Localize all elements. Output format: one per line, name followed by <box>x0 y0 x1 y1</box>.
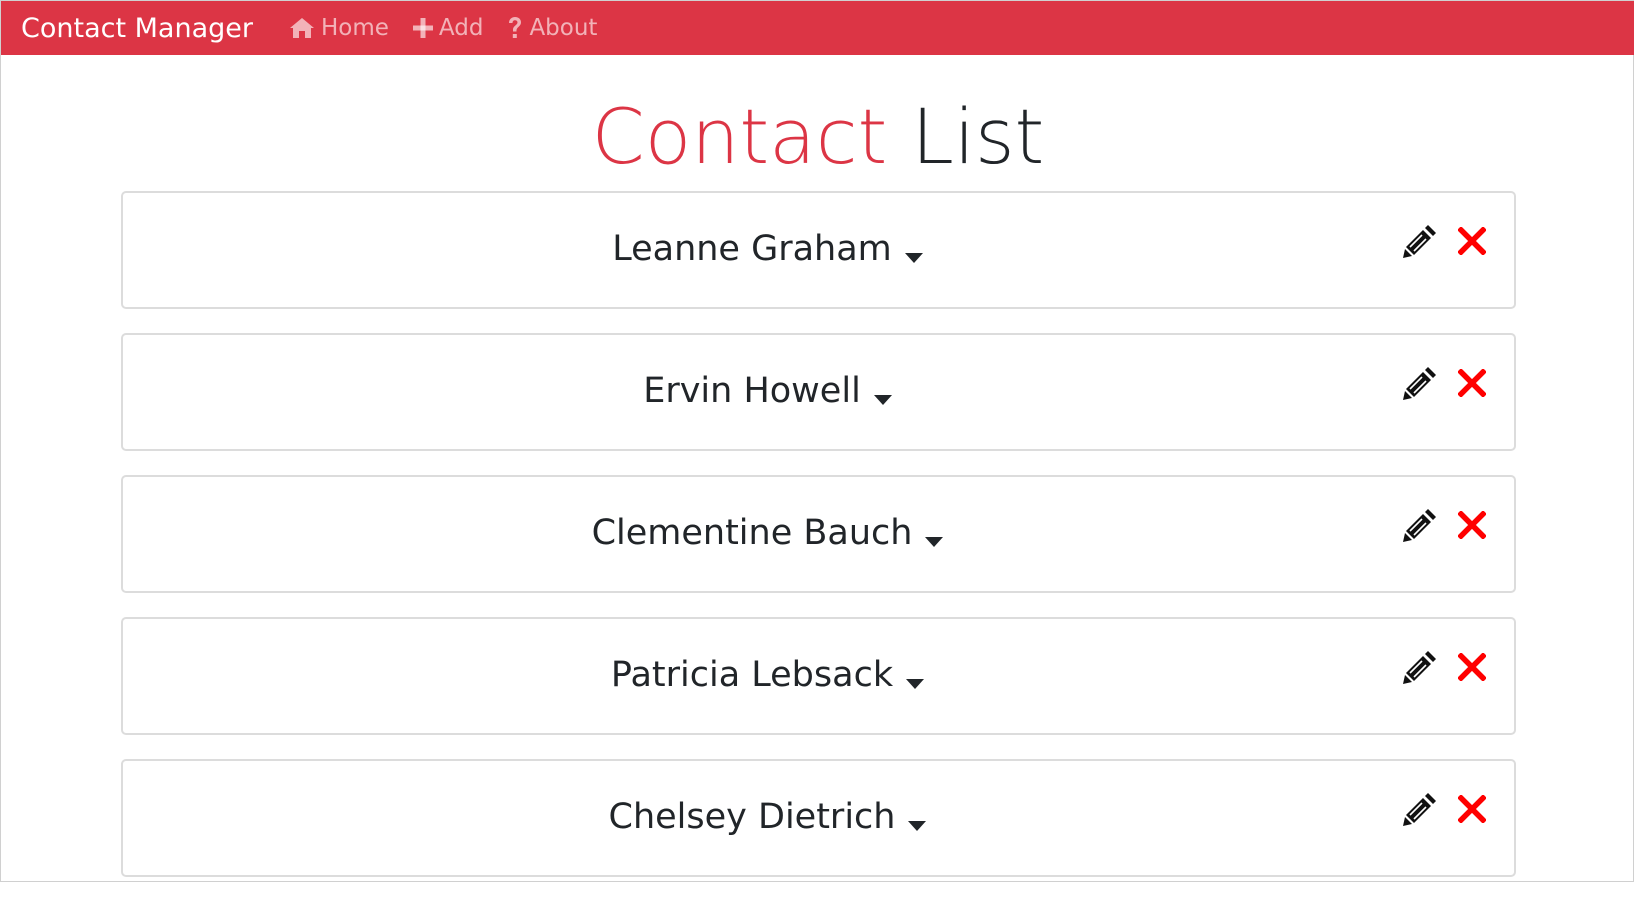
navbar-brand[interactable]: Contact Manager <box>21 13 253 44</box>
contact-list: Leanne Graham Ervin Howell Clementine Ba… <box>121 191 1516 901</box>
contact-header: Clementine Bauch <box>123 507 1413 559</box>
plus-icon <box>412 18 433 38</box>
nav-link-about[interactable]: About <box>507 15 597 41</box>
contact-header: Chelsey Dietrich <box>123 791 1413 843</box>
nav-link-label: Home <box>320 15 389 41</box>
contact-name: Ervin Howell <box>643 371 861 411</box>
page-title: Contact List <box>1 89 1634 185</box>
page-title-rest: List <box>911 92 1045 181</box>
contact-card: Patricia Lebsack <box>121 617 1516 735</box>
close-icon[interactable] <box>1458 369 1486 397</box>
page-title-accent: Contact <box>591 92 888 181</box>
pencil-icon[interactable] <box>1402 791 1438 827</box>
contact-name: Chelsey Dietrich <box>608 797 896 837</box>
contact-name: Clementine Bauch <box>591 513 913 553</box>
contact-actions <box>1402 649 1486 685</box>
contact-actions <box>1402 507 1486 543</box>
caret-down-icon[interactable] <box>924 515 944 559</box>
contact-header: Patricia Lebsack <box>123 649 1413 701</box>
contact-card: Chelsey Dietrich <box>121 759 1516 877</box>
close-icon[interactable] <box>1458 511 1486 539</box>
caret-down-icon[interactable] <box>873 373 893 417</box>
pencil-icon[interactable] <box>1402 223 1438 259</box>
navbar: Contact Manager Home Add About <box>1 1 1634 55</box>
contact-card: Leanne Graham <box>121 191 1516 309</box>
nav-link-label: Add <box>438 15 484 41</box>
nav-link-add[interactable]: Add <box>412 15 484 41</box>
nav-link-home[interactable]: Home <box>289 15 389 41</box>
contact-header: Leanne Graham <box>123 223 1413 275</box>
contact-name: Leanne Graham <box>612 229 892 269</box>
contact-actions <box>1402 791 1486 827</box>
contact-header: Ervin Howell <box>123 365 1413 417</box>
contact-actions <box>1402 223 1486 259</box>
pencil-icon[interactable] <box>1402 365 1438 401</box>
pencil-icon[interactable] <box>1402 507 1438 543</box>
contact-actions <box>1402 365 1486 401</box>
close-icon[interactable] <box>1458 795 1486 823</box>
nav-link-label: About <box>529 15 598 41</box>
pencil-icon[interactable] <box>1402 649 1438 685</box>
close-icon[interactable] <box>1458 227 1486 255</box>
caret-down-icon[interactable] <box>904 231 924 275</box>
caret-down-icon[interactable] <box>905 657 925 701</box>
close-icon[interactable] <box>1458 653 1486 681</box>
contact-card: Ervin Howell <box>121 333 1516 451</box>
contact-name: Patricia Lebsack <box>610 655 894 695</box>
home-icon <box>289 17 315 39</box>
caret-down-icon[interactable] <box>907 799 927 843</box>
question-icon <box>507 16 523 40</box>
contact-card: Clementine Bauch <box>121 475 1516 593</box>
